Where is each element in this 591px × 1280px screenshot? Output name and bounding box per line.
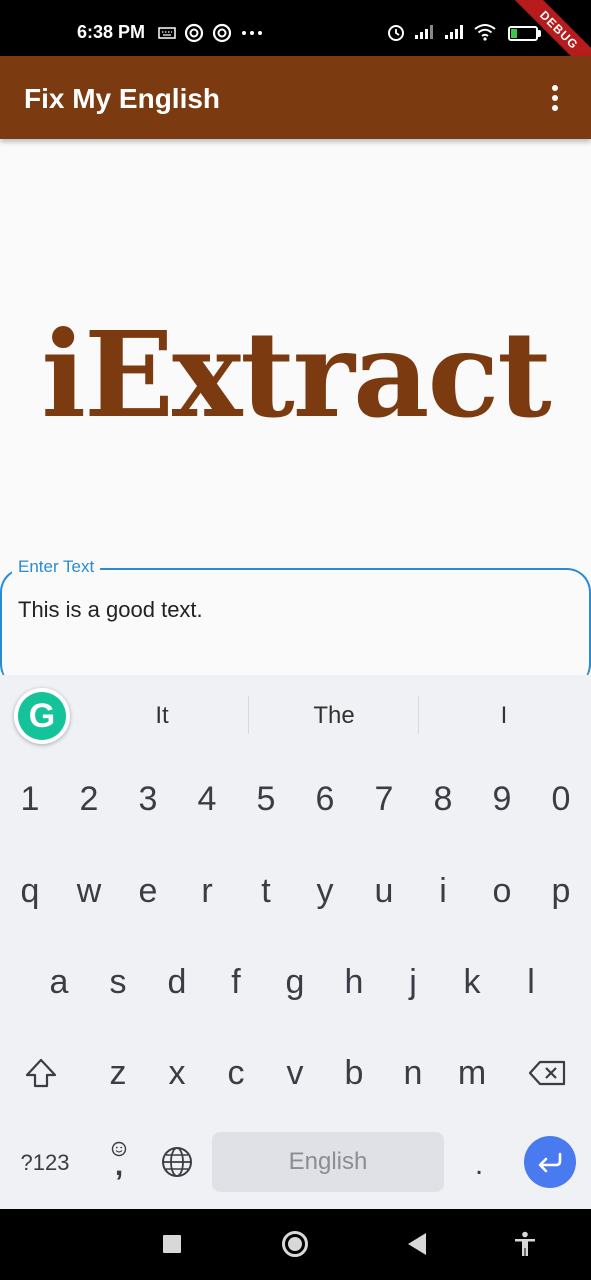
letter-key[interactable]: x (152, 1043, 202, 1103)
home-icon[interactable] (282, 1231, 308, 1257)
status-left-icons (158, 23, 264, 43)
number-key[interactable]: 6 (300, 769, 350, 829)
keyboard-icon (158, 27, 176, 39)
suggestion-1[interactable]: It (122, 700, 202, 732)
number-key[interactable]: 7 (359, 769, 409, 829)
backspace-icon[interactable] (528, 1059, 568, 1087)
status-bar: 6:38 PM 26 (0, 0, 591, 56)
keyboard-row-top: qwertyuiop (0, 861, 591, 921)
letter-key[interactable]: m (447, 1043, 497, 1103)
letter-key[interactable]: j (388, 952, 438, 1012)
recents-icon[interactable] (163, 1235, 181, 1253)
battery-tip (538, 30, 541, 37)
letter-key[interactable]: u (359, 861, 409, 921)
letter-key[interactable]: o (477, 861, 527, 921)
number-key[interactable]: 0 (536, 769, 586, 829)
letter-key[interactable]: t (241, 861, 291, 921)
letter-key[interactable]: z (93, 1043, 143, 1103)
back-icon[interactable] (408, 1233, 426, 1255)
number-key[interactable]: 3 (123, 769, 173, 829)
app-title: Fix My English (24, 83, 221, 114)
period-key[interactable]: . (466, 1140, 492, 1190)
symbols-key[interactable]: ?123 (10, 1143, 80, 1183)
number-key[interactable]: 5 (241, 769, 291, 829)
letter-key[interactable]: k (447, 952, 497, 1012)
signal-icon (415, 25, 433, 39)
signal-icon (445, 25, 463, 39)
letter-key[interactable]: v (270, 1043, 320, 1103)
number-key[interactable]: 4 (182, 769, 232, 829)
letter-key[interactable]: w (64, 861, 114, 921)
letter-key[interactable]: q (5, 861, 55, 921)
number-key[interactable]: 2 (64, 769, 114, 829)
more-dots-icon (242, 31, 262, 35)
suggestion-divider (248, 696, 249, 734)
comma-key-label: , (114, 1149, 124, 1182)
emoji-comma-key[interactable]: , (104, 1141, 134, 1185)
letter-key[interactable]: h (329, 952, 379, 1012)
letter-key[interactable]: f (211, 952, 261, 1012)
letter-key[interactable]: e (123, 861, 173, 921)
text-input-label: Enter Text (12, 557, 101, 577)
suggestion-3[interactable]: I (484, 700, 524, 732)
app-logo: iExtract (41, 305, 552, 444)
letter-key[interactable]: i (418, 861, 468, 921)
shift-icon[interactable] (24, 1057, 58, 1089)
keyboard-row-numbers: 1234567890 (0, 769, 591, 829)
number-key[interactable]: 1 (5, 769, 55, 829)
letter-key[interactable]: a (34, 952, 84, 1012)
letter-key[interactable]: y (300, 861, 350, 921)
more-vert-icon[interactable] (540, 80, 570, 116)
number-key[interactable]: 9 (477, 769, 527, 829)
letter-key[interactable]: b (329, 1043, 379, 1103)
status-time: 6:38 PM (77, 22, 146, 42)
letter-key[interactable]: s (93, 952, 143, 1012)
keyboard-row-bottom: zxcvbnm (0, 1043, 591, 1103)
keyboard-row-middle: asdfghjkl (0, 952, 591, 1012)
suggestion-divider (418, 696, 419, 734)
grammarly-icon[interactable]: G (14, 688, 70, 744)
number-key[interactable]: 8 (418, 769, 468, 829)
letter-key[interactable]: r (182, 861, 232, 921)
enter-icon (538, 1152, 562, 1173)
status-right-icons (386, 22, 496, 42)
battery-icon: 26 (508, 26, 538, 41)
wifi-icon (474, 24, 496, 41)
soft-keyboard (0, 675, 591, 1209)
vpn-icon (184, 23, 204, 43)
letter-key[interactable]: p (536, 861, 586, 921)
globe-icon[interactable] (160, 1145, 194, 1179)
letter-key[interactable]: l (506, 952, 556, 1012)
accessibility-icon[interactable] (513, 1231, 537, 1257)
letter-key[interactable]: c (211, 1043, 261, 1103)
battery-percent: 26 (516, 27, 530, 39)
letter-key[interactable]: g (270, 952, 320, 1012)
vpn-icon (212, 23, 232, 43)
alarm-icon (388, 25, 404, 41)
app-bar: Fix My English (0, 56, 591, 139)
space-key[interactable]: English (212, 1132, 444, 1192)
text-input-field[interactable] (0, 568, 591, 688)
letter-key[interactable]: d (152, 952, 202, 1012)
letter-key[interactable]: n (388, 1043, 438, 1103)
text-input-value[interactable]: This is a good text. (18, 597, 203, 623)
enter-key[interactable] (524, 1136, 576, 1188)
suggestion-2[interactable]: The (284, 700, 384, 732)
